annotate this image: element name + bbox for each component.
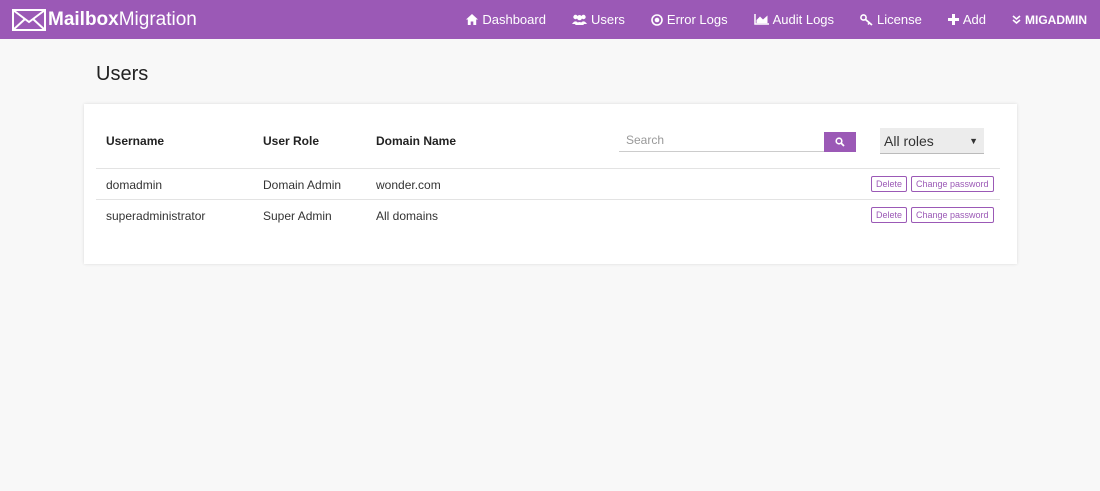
search-input[interactable] bbox=[619, 128, 824, 152]
role-filter-value: All roles bbox=[884, 132, 934, 149]
row-1-change-password-button[interactable]: Change password bbox=[911, 176, 994, 192]
account-name: MIGADMIN bbox=[1025, 12, 1087, 27]
home-icon bbox=[466, 14, 479, 25]
row-1-delete-button[interactable]: Delete bbox=[871, 176, 908, 192]
column-header-user-role: User Role bbox=[263, 134, 320, 148]
row-2-user-role: Super Admin bbox=[263, 209, 332, 223]
nav-audit-logs-label: Audit Logs bbox=[772, 12, 835, 27]
role-filter-select[interactable]: All roles ▼ bbox=[880, 128, 984, 154]
nav-dashboard[interactable]: Dashboard bbox=[453, 0, 559, 39]
nav-add-label: Add bbox=[962, 12, 986, 27]
nav-audit-logs[interactable]: Audit Logs bbox=[741, 0, 847, 39]
row-1-user-role: Domain Admin bbox=[263, 178, 342, 192]
row-1-username: domadmin bbox=[106, 178, 163, 192]
plus-icon bbox=[947, 14, 959, 25]
brand-name-rest: Migration bbox=[118, 9, 197, 30]
envelope-icon bbox=[12, 9, 46, 31]
brand-logo[interactable]: Mailbox Migration bbox=[12, 7, 197, 33]
brand-name-bold: Mailbox bbox=[48, 9, 119, 30]
users-card: Username User Role Domain Name All roles… bbox=[84, 104, 1017, 264]
error-circle-icon bbox=[651, 13, 663, 26]
nav-error-logs-label: Error Logs bbox=[666, 12, 728, 27]
caret-down-icon: ▼ bbox=[969, 135, 978, 146]
row-2-delete-button[interactable]: Delete bbox=[871, 207, 908, 223]
key-icon bbox=[860, 13, 873, 26]
row-1-domain: wonder.com bbox=[376, 178, 441, 192]
header-divider bbox=[96, 168, 1000, 169]
row-2-change-password-button[interactable]: Change password bbox=[911, 207, 994, 223]
users-icon bbox=[571, 14, 587, 25]
nav-users-label: Users bbox=[590, 12, 625, 27]
nav-license[interactable]: License bbox=[847, 0, 935, 39]
area-chart-icon bbox=[753, 14, 769, 25]
page-title: Users bbox=[96, 63, 149, 85]
row-divider bbox=[96, 199, 1000, 200]
top-navbar: Mailbox Migration Dashboard Users Error L… bbox=[0, 0, 1100, 39]
nav-add[interactable]: Add bbox=[935, 0, 999, 39]
search-icon bbox=[835, 137, 845, 147]
column-header-username: Username bbox=[106, 134, 165, 148]
double-chevron-down-icon bbox=[1012, 15, 1021, 24]
nav-license-label: License bbox=[877, 12, 922, 27]
main-nav: Dashboard Users Error Logs Audit Logs Li… bbox=[453, 0, 1100, 39]
row-2-username: superadministrator bbox=[106, 209, 206, 223]
nav-error-logs[interactable]: Error Logs bbox=[638, 0, 741, 39]
nav-users[interactable]: Users bbox=[559, 0, 638, 39]
account-menu[interactable]: MIGADMIN bbox=[999, 0, 1100, 39]
column-header-domain-name: Domain Name bbox=[376, 134, 457, 148]
search-button[interactable] bbox=[824, 132, 856, 152]
row-2-domain: All domains bbox=[376, 209, 439, 223]
nav-dashboard-label: Dashboard bbox=[482, 12, 546, 27]
